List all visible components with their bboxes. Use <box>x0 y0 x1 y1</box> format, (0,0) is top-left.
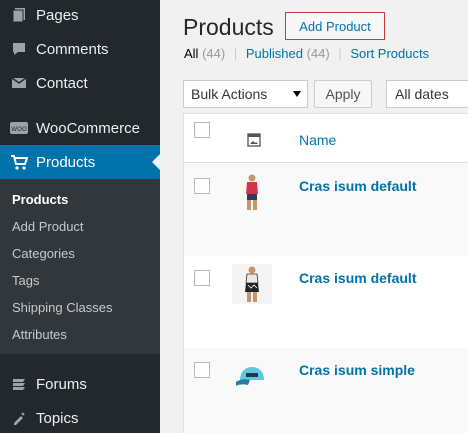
sort-products-link[interactable]: Sort Products <box>350 46 429 61</box>
apply-button[interactable]: Apply <box>314 80 372 108</box>
products-table: Name Cras isum default Cras isum default… <box>183 113 468 433</box>
menu-item-forums[interactable]: Forums <box>0 367 160 401</box>
row-checkbox[interactable] <box>194 362 210 378</box>
menu-item-woocommerce[interactable]: WOO WooCommerce <box>0 111 160 145</box>
svg-text:WOO: WOO <box>11 126 27 133</box>
menu-item-products[interactable]: Products <box>0 145 160 179</box>
product-thumbnail[interactable] <box>232 264 272 304</box>
menu-item-topics[interactable]: Topics <box>0 401 160 433</box>
submenu-item-categories[interactable]: Categories <box>12 246 75 261</box>
menu-item-pages[interactable]: Pages <box>0 0 160 32</box>
menu-label: Contact <box>36 74 88 92</box>
submenu-item-products[interactable]: Products <box>12 192 68 207</box>
select-all-checkbox[interactable] <box>194 122 210 138</box>
filter-published-count: (44) <box>306 46 330 61</box>
chevron-down-icon <box>293 91 301 97</box>
table-row: Cras isum default <box>184 164 468 256</box>
product-title-link[interactable]: Cras isum simple <box>299 362 415 378</box>
page-title: Products <box>183 14 274 40</box>
filter-separator: | <box>338 46 342 61</box>
admin-sidebar: Pages Comments Contact WOO WooCommerce P… <box>0 0 160 433</box>
submenu-item-tags[interactable]: Tags <box>12 273 39 288</box>
filter-separator: | <box>233 46 238 61</box>
woocommerce-icon: WOO <box>10 119 28 137</box>
add-product-button[interactable]: Add Product <box>285 12 385 40</box>
product-title-link[interactable]: Cras isum default <box>299 178 416 194</box>
row-checkbox[interactable] <box>194 178 210 194</box>
product-title-link[interactable]: Cras isum default <box>299 270 416 286</box>
status-filters: All (44) | Published (44) | Sort Product… <box>184 46 429 61</box>
current-menu-arrow <box>152 154 160 170</box>
topics-icon <box>10 409 28 427</box>
menu-item-comments[interactable]: Comments <box>0 32 160 66</box>
forums-icon <box>10 375 28 393</box>
table-row: Cras isum simple <box>184 348 468 433</box>
menu-item-contact[interactable]: Contact <box>0 66 160 100</box>
main-content: Products Add Product All (44) | Publishe… <box>160 0 468 433</box>
submenu-item-add-product[interactable]: Add Product <box>12 219 84 234</box>
column-name-header[interactable]: Name <box>299 132 336 148</box>
bulk-actions-value: Bulk Actions <box>191 86 268 102</box>
products-submenu: Products Add Product Categories Tags Shi… <box>0 179 160 354</box>
image-icon <box>247 133 261 152</box>
submenu-item-attributes[interactable]: Attributes <box>12 327 67 342</box>
pages-icon <box>10 6 28 24</box>
filter-published[interactable]: Published <box>246 46 303 61</box>
products-icon <box>10 153 28 171</box>
menu-label: Topics <box>36 409 79 427</box>
table-row: Cras isum default <box>184 256 468 348</box>
contact-icon <box>10 74 28 92</box>
bulk-actions-select[interactable]: Bulk Actions <box>183 80 308 108</box>
menu-label: Comments <box>36 40 109 58</box>
product-thumbnail[interactable] <box>232 172 272 212</box>
table-header: Name <box>184 114 468 163</box>
filter-all[interactable]: All <box>184 46 198 61</box>
comments-icon <box>10 40 28 58</box>
dates-filter-value: All dates <box>395 86 449 102</box>
dates-filter-select[interactable]: All dates <box>386 80 468 108</box>
menu-label: Forums <box>36 375 87 393</box>
submenu-item-shipping-classes[interactable]: Shipping Classes <box>12 300 112 315</box>
filter-all-count: (44) <box>202 46 226 61</box>
product-thumbnail[interactable] <box>232 356 272 396</box>
menu-label: WooCommerce <box>36 119 140 137</box>
menu-label: Pages <box>36 6 79 24</box>
row-checkbox[interactable] <box>194 270 210 286</box>
menu-label: Products <box>36 153 96 171</box>
